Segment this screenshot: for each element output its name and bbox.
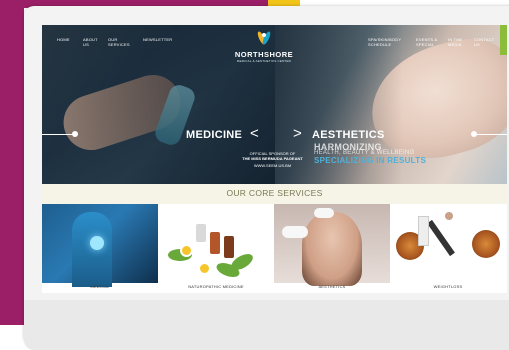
service-card-aesthetics[interactable]: AESTHETICS [274, 204, 390, 293]
naturopathic-image [158, 204, 274, 283]
service-label: MEDICAL [90, 284, 110, 289]
service-card-medical[interactable]: MEDICAL [42, 204, 158, 293]
aesthetics-image [274, 204, 390, 286]
nav-about[interactable]: ABOUT US [83, 37, 99, 47]
hero-aesthetics-title[interactable]: AESTHETICS [312, 129, 385, 141]
nav-contact[interactable]: CONTACT US [474, 37, 494, 47]
service-label: AESTHETICS [318, 284, 346, 289]
service-label: NATUROPATHIC MEDICINE [188, 284, 244, 289]
side-tab[interactable] [500, 25, 507, 55]
medical-image [42, 204, 158, 287]
slider-line-right [471, 131, 507, 137]
website-screen: HOME ABOUT US OUR SERVICES NEWSLETTER NO… [42, 25, 507, 293]
nav-events[interactable]: EVENTS & SPECIAL [416, 37, 438, 47]
hero-slider: HOME ABOUT US OUR SERVICES NEWSLETTER NO… [42, 25, 507, 184]
core-services-band: OUR CORE SERVICES [42, 184, 507, 204]
backdrop-magenta-strip [0, 0, 24, 325]
slider-dot-left[interactable] [72, 131, 78, 137]
site-logo[interactable]: NORTHSHORE MEDICAL & AESTHETICS CENTER [234, 30, 294, 63]
slider-line-left [42, 131, 78, 137]
service-card-weightloss[interactable]: WEIGHTLOSS [390, 204, 506, 293]
logo-name: NORTHSHORE [234, 50, 294, 59]
tagline-specializing: SPECIALIZING IN RESULTS [314, 156, 427, 165]
sponsor-text: OFFICIAL SPONSOR OF THE MISS BERMUDA PAG… [242, 151, 303, 168]
nav-newsletter[interactable]: NEWSLETTER [143, 37, 172, 42]
logo-icon [256, 30, 272, 49]
device-bottom-bezel [24, 300, 509, 350]
prev-arrow-icon[interactable]: < [250, 125, 259, 142]
nav-services[interactable]: OUR SERVICES [108, 37, 130, 47]
nav-home[interactable]: HOME [57, 37, 70, 42]
next-arrow-icon[interactable]: > [293, 125, 302, 142]
logo-tagline: MEDICAL & AESTHETICS CENTER [236, 59, 292, 63]
nav-schedule[interactable]: SPA/SKIN/BODY SCHEDULE [368, 37, 408, 47]
nav-media[interactable]: IN THE MEDIA [448, 37, 466, 47]
weightloss-image [390, 204, 506, 283]
slider-dot-right[interactable] [471, 131, 477, 137]
service-label: WEIGHTLOSS [433, 284, 463, 289]
service-card-naturopathic[interactable]: NATUROPATHIC MEDICINE [158, 204, 274, 293]
core-services-title: OUR CORE SERVICES [226, 188, 323, 198]
hero-medicine-title[interactable]: MEDICINE [186, 129, 242, 141]
